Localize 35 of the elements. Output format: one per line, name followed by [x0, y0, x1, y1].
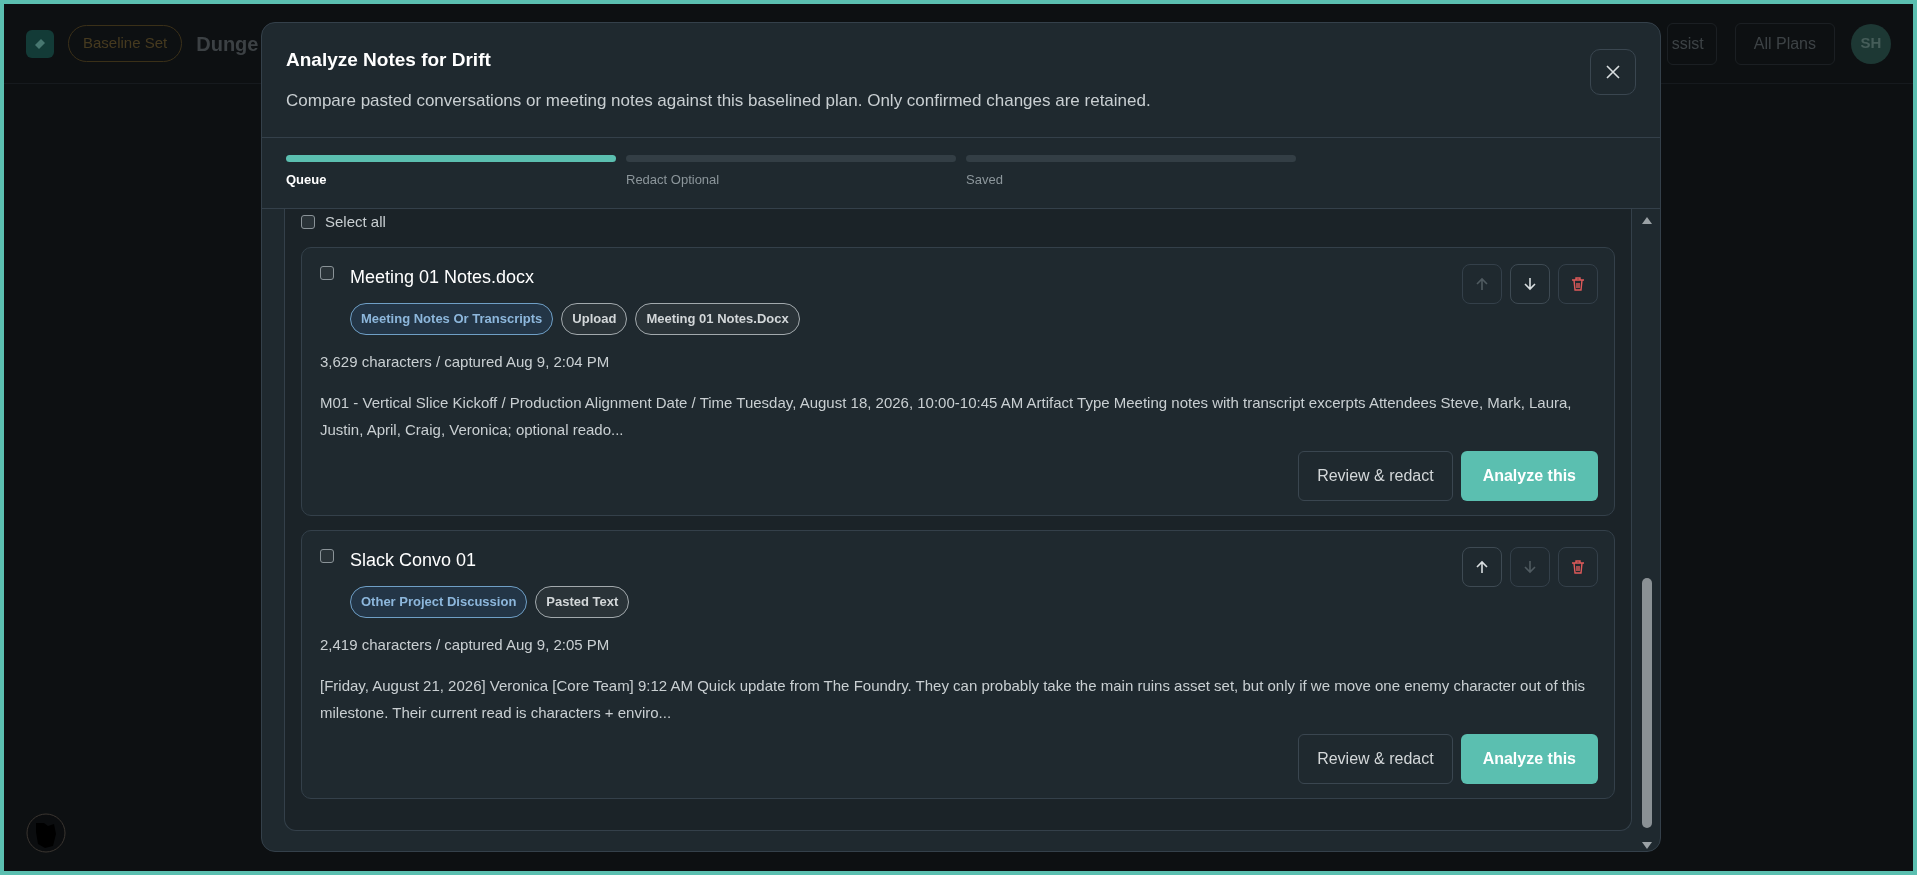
item-checkbox[interactable] — [320, 549, 334, 564]
tag: Upload — [561, 303, 628, 335]
up-arrow-icon — [1474, 276, 1490, 293]
select-all-checkbox[interactable] — [301, 215, 315, 230]
trash-icon — [1570, 559, 1586, 576]
item-excerpt: M01 - Vertical Slice Kickoff / Production Alignment Date / Time Tuesday, August 18, 2026, 10:00-10:45 AM Artifact Type Meeting notes with transcript excerpts Attendees Steve, Mark, Laura, Justin, April, Craig, Veronica; optional reado... — [320, 393, 1573, 441]
item-title: Meeting 01 Notes.docx — [350, 266, 536, 290]
trash-icon — [1570, 276, 1586, 293]
item-title: Slack Convo 01 — [350, 549, 478, 573]
tag: Pasted Text — [535, 586, 630, 618]
tag: Meeting 01 Notes.Docx — [635, 303, 800, 335]
item-meta: 2,419 characters / captured Aug 9, 2:05 PM — [320, 634, 611, 655]
tag: Other Project Discussion — [350, 586, 528, 618]
item-meta: 3,629 characters / captured Aug 9, 2:04 PM — [320, 351, 611, 372]
close-button[interactable] — [1590, 49, 1636, 95]
down-arrow-icon — [1522, 276, 1538, 293]
review-button[interactable]: Review & redact — [1298, 734, 1453, 785]
step-label[interactable]: Saved — [966, 170, 1296, 190]
dialog-subtitle: Compare pasted conversations or meeting notes against this baselined plan. Only confirmed changes are retained. — [286, 89, 1151, 112]
move-down-button[interactable] — [1510, 264, 1550, 305]
review-button[interactable]: Review & redact — [1298, 451, 1453, 502]
item-excerpt: [Friday, August 21, 2026] Veronica [Core Team] 9:12 AM Quick update from The Foundry. They can probably take the main ruins asset set, but only if we move one enemy character out of this milestone. Their current read is characters + enviro... — [320, 676, 1587, 724]
select-all-label: Select all — [325, 211, 386, 232]
step-label[interactable]: Redact Optional — [626, 170, 956, 190]
move-up-button[interactable] — [1462, 547, 1502, 588]
app-logo-icon — [26, 29, 54, 58]
dialog-title: Analyze Notes for Drift — [286, 49, 492, 72]
down-arrow-icon — [1522, 559, 1538, 576]
delete-button[interactable] — [1558, 547, 1598, 588]
up-arrow-icon — [1474, 559, 1490, 576]
step-label[interactable]: Queue — [286, 170, 616, 190]
item-checkbox[interactable] — [320, 266, 334, 281]
tag: Meeting Notes Or Transcripts — [350, 303, 554, 335]
delete-button[interactable] — [1558, 264, 1598, 305]
close-icon — [1605, 64, 1621, 80]
